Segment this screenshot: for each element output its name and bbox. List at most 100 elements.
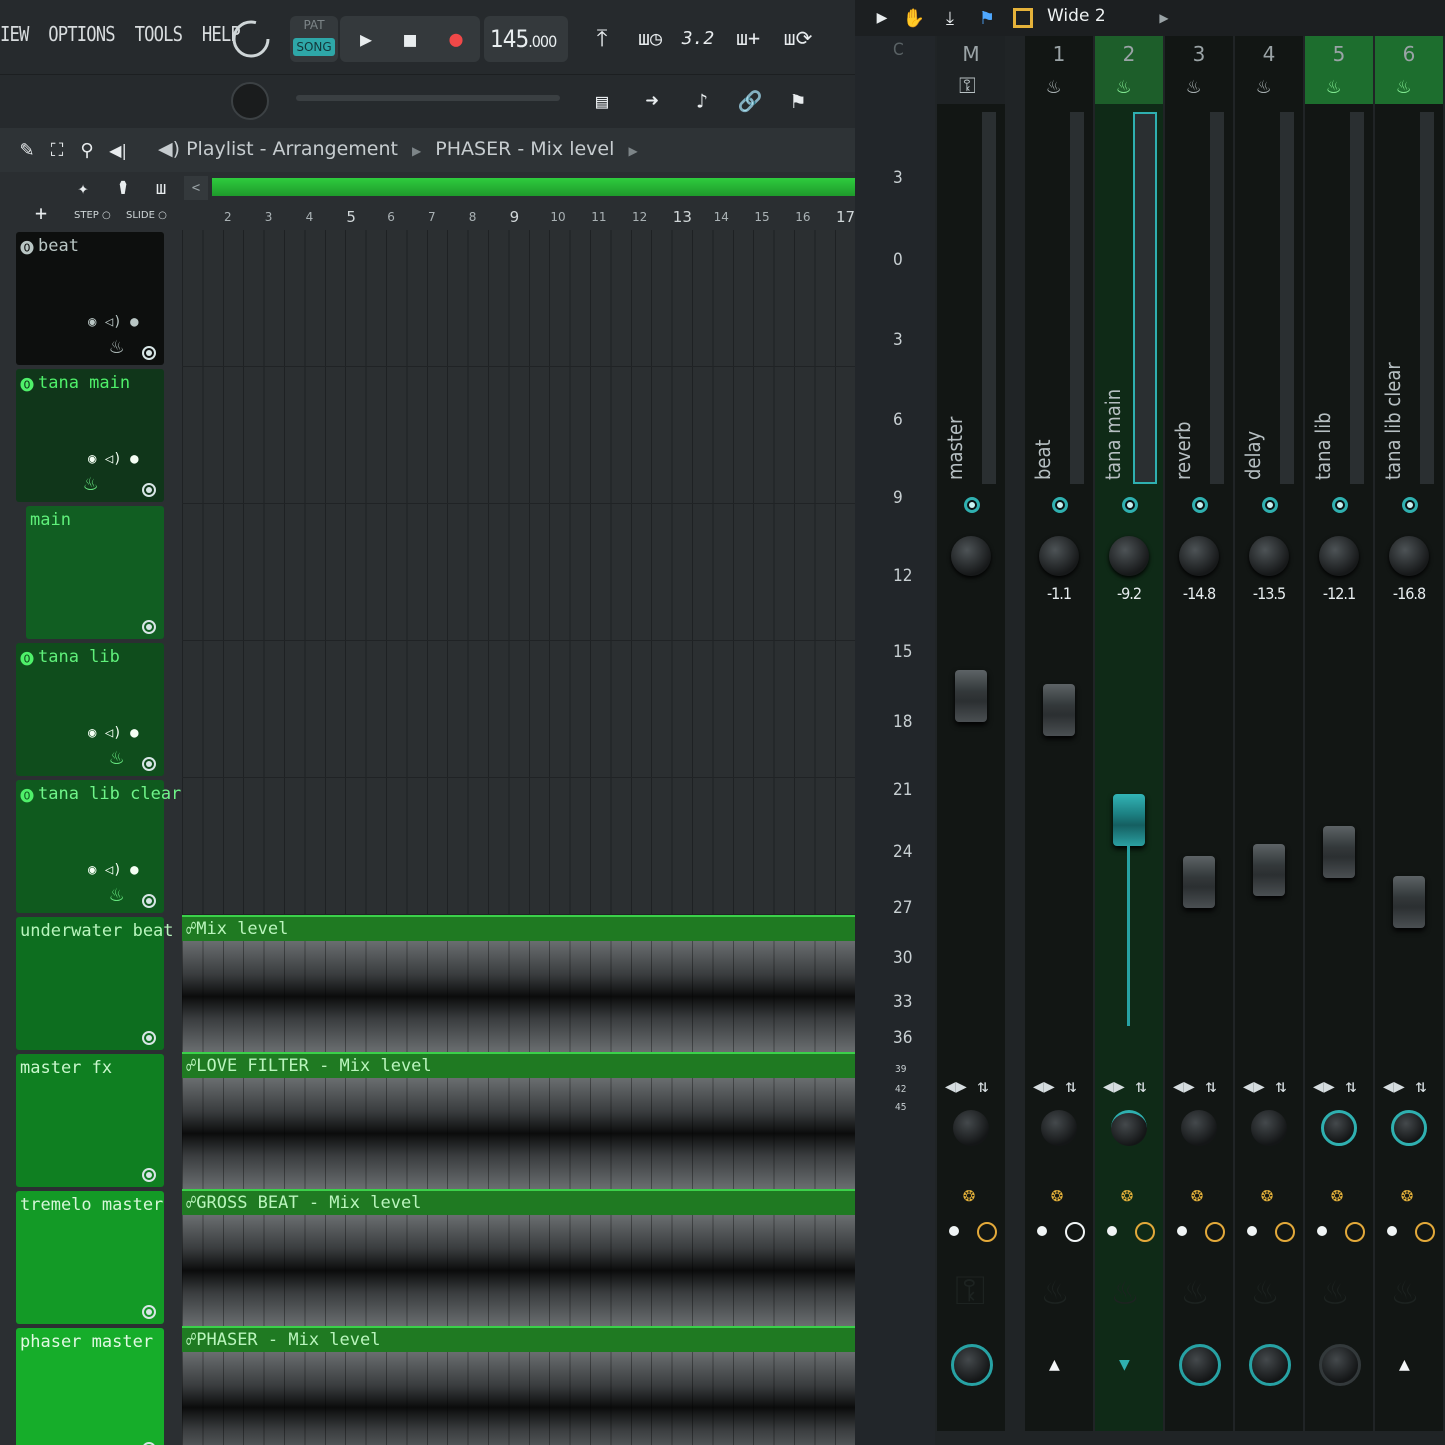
play-small-icon[interactable]: ▶ [873, 6, 891, 30]
zoom-tool-icon[interactable]: ⚲ [74, 136, 100, 164]
route-up-arrow-icon[interactable]: ▲ [1049, 1354, 1060, 1375]
countdown-icon[interactable]: 3.2 [676, 18, 720, 58]
strip-select-dot[interactable] [949, 1226, 959, 1236]
strip-label[interactable]: tana main [1101, 389, 1125, 480]
strip-select-dot[interactable] [1177, 1226, 1187, 1236]
mixer-strip[interactable]: 6 ♨ tana lib clear -16.8 ◀▶ ⇅ ❂ ♨ ▲ [1375, 36, 1443, 1431]
breadcrumb-item-phaser[interactable]: PHASER - Mix level [435, 138, 614, 160]
piano-icon[interactable]: ш [146, 176, 176, 200]
track-record-ring-icon[interactable] [142, 346, 156, 360]
pan-knob[interactable] [1389, 536, 1429, 576]
snap-icon[interactable]: ✦ [66, 176, 100, 200]
track-controls-icon[interactable]: ◉ ◁) ● [88, 862, 139, 878]
track-lane[interactable] [182, 778, 855, 915]
fire-icon[interactable]: ♨ [110, 882, 123, 907]
stereo-swap-icon[interactable]: ◀▶ ⇅ [945, 1076, 988, 1097]
play-icon[interactable]: ▶ [346, 16, 386, 62]
fire-icon[interactable]: ♨ [110, 745, 123, 770]
strip-enable-led[interactable] [1052, 497, 1068, 513]
track-header[interactable]: tremelo master [16, 1191, 164, 1324]
strip-select-dot[interactable] [1037, 1226, 1047, 1236]
stereo-separation-knob[interactable] [1391, 1110, 1427, 1146]
strip-enable-led[interactable] [1332, 497, 1348, 513]
track-header[interactable]: master fx [16, 1054, 164, 1187]
add-track-button[interactable]: + [30, 201, 52, 225]
stereo-swap-icon[interactable]: ◀▶ ⇅ [1173, 1076, 1216, 1097]
pan-knob[interactable] [951, 536, 991, 576]
strip-select-dot[interactable] [1387, 1226, 1397, 1236]
stereo-separation-knob[interactable] [1321, 1110, 1357, 1146]
volume-fader[interactable] [1393, 876, 1425, 928]
select-tool-icon[interactable]: ⛶ [44, 136, 70, 164]
stamp-icon[interactable]: ⚑ [778, 79, 818, 123]
fire-icon[interactable]: ♨ [1257, 74, 1270, 99]
send-route-knob[interactable] [951, 1344, 993, 1386]
strip-select-dot[interactable] [1317, 1226, 1327, 1236]
strip-enable-led[interactable] [964, 497, 980, 513]
track-header[interactable]: tana main ⓿ ◉ ◁) ● ♨ [16, 369, 164, 502]
latency-clock-icon[interactable] [1065, 1222, 1085, 1242]
track-power-icon[interactable]: ⓿ [20, 375, 34, 395]
track-lane[interactable] [182, 641, 855, 778]
track-controls-icon[interactable]: ◉ ◁) ● [88, 725, 139, 741]
breadcrumb-item-playlist[interactable]: Playlist - Arrangement [186, 138, 398, 160]
insert-bulb-icon[interactable]: ❂ [1121, 1182, 1133, 1206]
stereo-separation-knob[interactable] [1111, 1110, 1147, 1146]
track-header[interactable]: main [26, 506, 164, 639]
download-icon[interactable]: ⤓ [937, 4, 963, 32]
track-record-ring-icon[interactable] [142, 483, 156, 497]
paint-tool-icon[interactable]: ✎ [14, 136, 40, 164]
volume-fader[interactable] [1253, 844, 1285, 896]
automation-clip-body[interactable] [182, 1352, 855, 1445]
wait-record-icon[interactable]: ш◷ [628, 18, 672, 58]
stereo-swap-icon[interactable]: ◀▶ ⇅ [1033, 1076, 1076, 1097]
strip-label[interactable]: reverb [1171, 421, 1195, 480]
automation-clip[interactable]: ☍LOVE FILTER - Mix level [182, 1052, 855, 1078]
mixer-strip[interactable]: 1 ♨ beat -1.1 ◀▶ ⇅ ❂ ♨ ▲ [1025, 36, 1093, 1431]
stereo-separation-knob[interactable] [1041, 1110, 1077, 1146]
track-record-ring-icon[interactable] [142, 620, 156, 634]
volume-fader[interactable] [955, 670, 987, 722]
track-header[interactable]: tana lib clear ⓿ ◉ ◁) ● ♨ [16, 780, 181, 913]
insert-bulb-icon[interactable]: ❂ [1401, 1182, 1413, 1206]
strip-label[interactable]: master [943, 417, 967, 480]
pan-knob[interactable] [1319, 536, 1359, 576]
chevron-right-icon[interactable]: ▶ [1155, 6, 1173, 30]
track-controls-icon[interactable]: ◉ ◁) ● [88, 451, 139, 467]
fire-icon[interactable]: ♨ [110, 334, 123, 359]
strip-enable-led[interactable] [1192, 497, 1208, 513]
track-record-ring-icon[interactable] [142, 757, 156, 771]
automation-clip[interactable]: ☍PHASER - Mix level [182, 1326, 855, 1352]
insert-bulb-icon[interactable]: ❂ [1051, 1182, 1063, 1206]
stereo-separation-knob[interactable] [953, 1110, 989, 1146]
automation-clip-body[interactable] [182, 941, 855, 1052]
track-record-ring-icon[interactable] [142, 894, 156, 908]
strip-enable-led[interactable] [1262, 497, 1278, 513]
track-power-icon[interactable]: ⓿ [20, 786, 34, 806]
fire-icon[interactable]: ♨ [1397, 74, 1410, 99]
track-record-ring-icon[interactable] [142, 1031, 156, 1045]
strip-label[interactable]: tana lib clear [1381, 362, 1405, 480]
insert-bulb-icon[interactable]: ❂ [1331, 1182, 1343, 1206]
insert-bulb-icon[interactable]: ❂ [1261, 1182, 1273, 1206]
tempo-display[interactable]: 145.000 [484, 16, 568, 62]
menu-view[interactable]: IEW [0, 22, 29, 46]
step-toggle[interactable]: STEP ○ [74, 210, 111, 221]
route-up-arrow-icon[interactable]: ▲ [1399, 1354, 1410, 1375]
strip-label[interactable]: tana lib [1311, 412, 1335, 480]
volume-fader[interactable] [1043, 684, 1075, 736]
mixer-strip[interactable]: 4 ♨ delay -13.5 ◀▶ ⇅ ❂ ♨ [1235, 36, 1303, 1431]
record-icon[interactable]: ● [436, 16, 476, 62]
timeline-ruler[interactable]: 2 3 4 5 6 7 8 9 10 11 12 13 14 15 16 17 [180, 206, 855, 230]
track-header[interactable]: phaser master [16, 1328, 164, 1445]
flag-icon[interactable]: ⚑ [973, 4, 1001, 32]
mixer-strip[interactable]: 3 ♨ reverb -14.8 ◀▶ ⇅ ❂ ♨ [1165, 36, 1233, 1431]
mixer-strip[interactable]: 5 ♨ tana lib -12.1 ◀▶ ⇅ ❂ ♨ [1305, 36, 1373, 1431]
track-record-ring-icon[interactable] [142, 1168, 156, 1182]
cpu-meter-icon[interactable] [228, 16, 274, 62]
stereo-separation-knob[interactable] [1181, 1110, 1217, 1146]
send-route-knob[interactable] [1249, 1344, 1291, 1386]
fire-icon[interactable]: ♨ [1187, 74, 1200, 99]
plugin-picker-icon[interactable]: ♪ [682, 79, 722, 123]
track-controls-icon[interactable]: ◉ ◁) ● [88, 314, 139, 330]
